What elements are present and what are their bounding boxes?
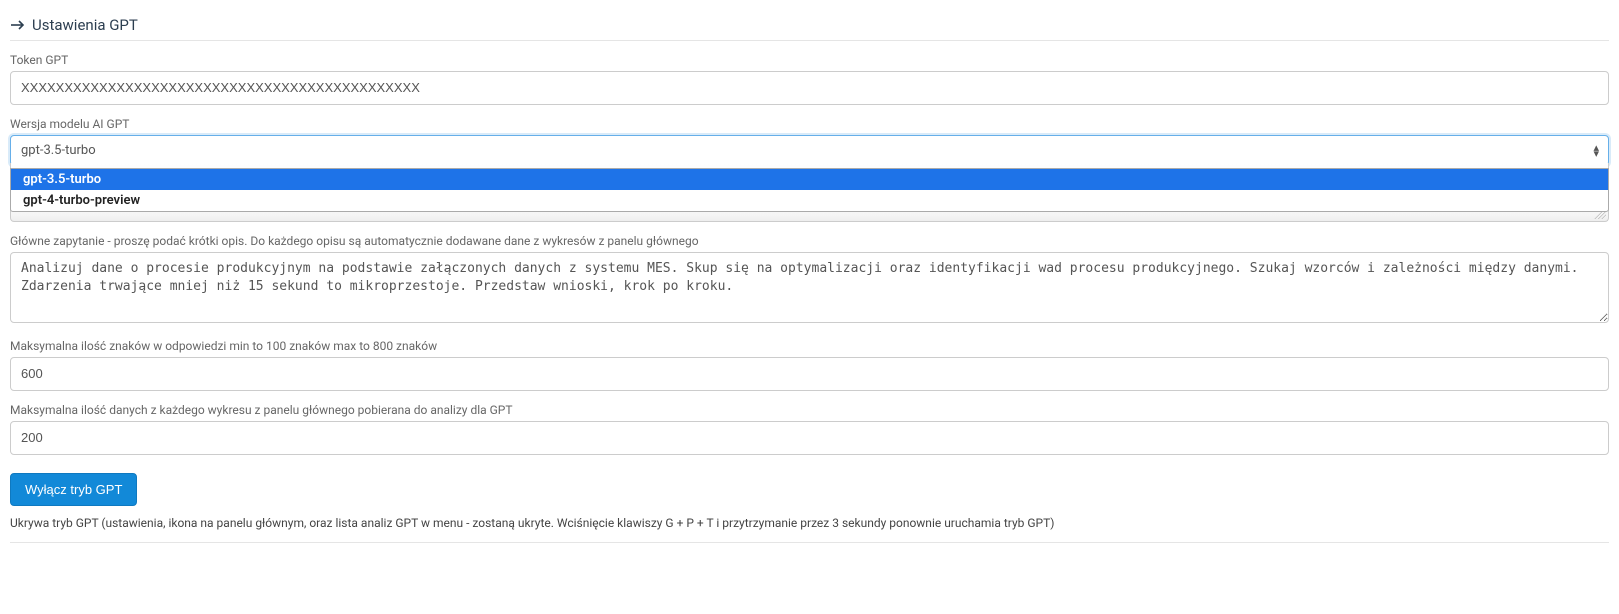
max-data-label: Maksymalna ilość danych z każdego wykres… (10, 403, 1609, 417)
toggle-help-text: Ukrywa tryb GPT (ustawienia, ikona na pa… (10, 516, 1609, 543)
model-option-gpt-4-turbo-preview[interactable]: gpt-4-turbo-preview (11, 190, 1608, 211)
toggle-gpt-mode-button[interactable]: Wyłącz tryb GPT (10, 473, 137, 506)
model-option-gpt-3.5-turbo[interactable]: gpt-3.5-turbo (11, 169, 1608, 190)
model-label: Wersja modelu AI GPT (10, 117, 1609, 131)
arrow-right-icon (10, 18, 26, 32)
max-chars-input[interactable] (10, 357, 1609, 391)
main-query-textarea[interactable] (10, 252, 1609, 323)
max-data-input[interactable] (10, 421, 1609, 455)
model-select[interactable]: gpt-3.5-turbo (10, 135, 1609, 166)
section-header: Ustawienia GPT (10, 10, 1609, 41)
token-label: Token GPT (10, 53, 1609, 67)
section-title: Ustawienia GPT (32, 16, 138, 34)
max-chars-label: Maksymalna ilość znaków w odpowiedzi min… (10, 339, 1609, 353)
model-dropdown: gpt-3.5-turbo gpt-4-turbo-preview (10, 168, 1609, 212)
main-query-label: Główne zapytanie - proszę podać krótki o… (10, 234, 1609, 248)
model-selected-value: gpt-3.5-turbo (21, 143, 96, 158)
token-input[interactable] (10, 71, 1609, 105)
